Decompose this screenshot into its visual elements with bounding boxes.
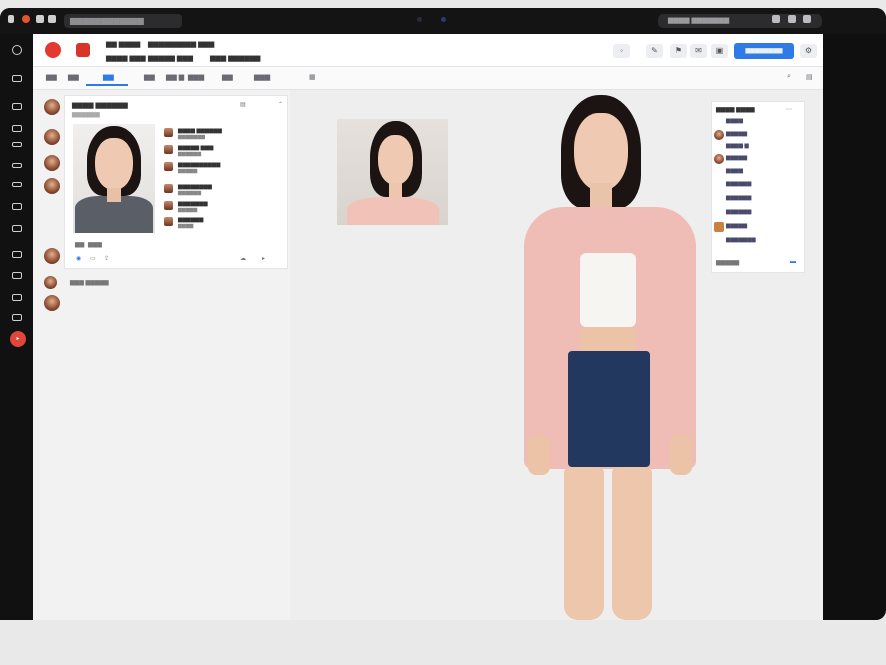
avatar[interactable] bbox=[44, 99, 60, 115]
settings-button[interactable]: ⚙ bbox=[800, 44, 817, 58]
list-icon[interactable] bbox=[12, 142, 22, 147]
tab-item[interactable]: ▆▆▆ bbox=[188, 73, 204, 81]
header-text: ▆▆▆ ▆▆▆▆▆▆ bbox=[210, 55, 261, 62]
avatar[interactable] bbox=[44, 295, 60, 311]
avatar[interactable] bbox=[44, 178, 60, 194]
right-panel-action-icon[interactable]: ▬ bbox=[790, 259, 796, 265]
notification-icon[interactable]: ▸ bbox=[10, 331, 26, 347]
chart-icon[interactable] bbox=[12, 163, 22, 168]
chat-button[interactable]: ✉ bbox=[690, 44, 707, 58]
camera-indicator-icon bbox=[441, 17, 446, 22]
card-subtitle: ▆▆▆▆▆▆ bbox=[72, 112, 100, 118]
search-icon[interactable]: ⌕ bbox=[787, 73, 791, 81]
stack-icon[interactable] bbox=[12, 251, 22, 258]
desk-surface bbox=[0, 620, 886, 665]
header-text: ▆▆▆▆▆▆ bbox=[148, 41, 181, 48]
like-icon[interactable]: ◉ bbox=[76, 255, 81, 262]
tab-item[interactable]: ▆▆ bbox=[46, 73, 57, 81]
avatar[interactable] bbox=[44, 155, 60, 171]
edit-button[interactable]: ✎ bbox=[646, 44, 663, 58]
browser-tab[interactable]: ▆▆▆▆▆▆▆▆▆▆▆▆ bbox=[64, 14, 182, 28]
tab-item[interactable]: ▆▆ bbox=[144, 73, 155, 81]
gift-button[interactable]: ▣ bbox=[711, 44, 728, 58]
camera-icon bbox=[417, 17, 422, 22]
notification-button[interactable]: ◦ bbox=[613, 44, 630, 58]
right-panel-more-icon[interactable]: ⋯ bbox=[786, 106, 792, 113]
image-icon[interactable] bbox=[12, 294, 22, 301]
back-icon[interactable] bbox=[8, 15, 14, 23]
profile-photo bbox=[73, 124, 155, 233]
brand-mark-icon bbox=[76, 43, 90, 57]
avatar[interactable] bbox=[44, 248, 60, 264]
brand-logo-icon bbox=[45, 42, 61, 58]
tab-item-active[interactable]: ▆▆ bbox=[103, 73, 114, 81]
card-title: ▆▆▆▆ ▆▆▆▆▆▆ bbox=[72, 102, 128, 109]
header-text: ▆▆▆▆ ▆▆▆ bbox=[106, 55, 146, 62]
right-panel-footer: ▆▆▆▆▆ bbox=[716, 260, 740, 266]
tab-item[interactable]: ▆▆ bbox=[68, 73, 79, 81]
active-tab-indicator bbox=[86, 84, 128, 86]
address-bar[interactable]: ▆▆▆▆ ▆▆▆▆▆▆▆ bbox=[658, 14, 822, 28]
card-footer-text: ▆▆▆ bbox=[88, 242, 102, 248]
header-text: ▆▆▆▆▆ ▆▆▆ bbox=[148, 55, 194, 62]
folder-icon[interactable] bbox=[12, 75, 22, 82]
expand-icon[interactable]: ▸ bbox=[262, 255, 265, 262]
card-close-icon[interactable]: ⌃ bbox=[278, 101, 283, 108]
browser-logo-icon bbox=[22, 15, 30, 23]
left-rail bbox=[0, 34, 33, 620]
share-icon[interactable] bbox=[788, 15, 796, 23]
list-item-label: ▆▆▆ ▆▆▆▆▆ bbox=[70, 280, 109, 286]
bookmark-icon[interactable] bbox=[12, 182, 22, 187]
home-icon[interactable] bbox=[12, 45, 22, 55]
comment-icon[interactable]: ▭ bbox=[90, 255, 96, 262]
filter-icon[interactable]: ▦ bbox=[309, 73, 316, 81]
card-footer-text: ▆▆ bbox=[75, 242, 85, 248]
tab-item[interactable]: ▆▆▆ bbox=[254, 73, 270, 81]
pin-icon[interactable] bbox=[12, 225, 22, 232]
extension-icon[interactable] bbox=[772, 15, 780, 23]
header-text: ▆▆▆ ▆▆▆ bbox=[180, 41, 215, 48]
tab-item[interactable]: ▆▆ ▆ bbox=[166, 73, 184, 81]
more-icon[interactable]: ▤ bbox=[806, 73, 813, 81]
document-icon[interactable] bbox=[12, 203, 22, 210]
portrait-thumbnail[interactable] bbox=[337, 119, 448, 225]
avatar[interactable] bbox=[44, 129, 60, 145]
product-thumbnail-icon[interactable] bbox=[714, 222, 724, 232]
grid-icon[interactable] bbox=[48, 15, 56, 23]
avatar[interactable] bbox=[44, 276, 57, 289]
share-icon[interactable]: ⇪ bbox=[104, 255, 109, 262]
model-full-body-photo bbox=[520, 95, 700, 620]
mail-icon[interactable] bbox=[12, 314, 22, 321]
cloud-icon[interactable]: ☁ bbox=[240, 255, 246, 262]
card-menu-icon[interactable]: ▤ bbox=[240, 101, 246, 108]
primary-action-button[interactable]: ▆▆▆▆▆▆▆▆ bbox=[734, 43, 794, 59]
header-text: ▆▆ ▆▆▆▆ bbox=[106, 41, 141, 48]
avatar[interactable] bbox=[714, 154, 724, 164]
layers-icon[interactable] bbox=[12, 272, 22, 279]
menu-icon[interactable] bbox=[803, 15, 811, 23]
right-info-panel bbox=[711, 101, 805, 273]
right-panel-title: ▆▆▆▆ ▆▆▆▆ bbox=[716, 107, 755, 113]
calendar-icon[interactable] bbox=[12, 125, 22, 132]
tabs-icon[interactable] bbox=[36, 15, 44, 23]
flag-button[interactable]: ⚑ bbox=[670, 44, 687, 58]
tab-item[interactable]: ▆▆ bbox=[222, 73, 233, 81]
inbox-icon[interactable] bbox=[12, 103, 22, 110]
avatar[interactable] bbox=[714, 130, 724, 140]
